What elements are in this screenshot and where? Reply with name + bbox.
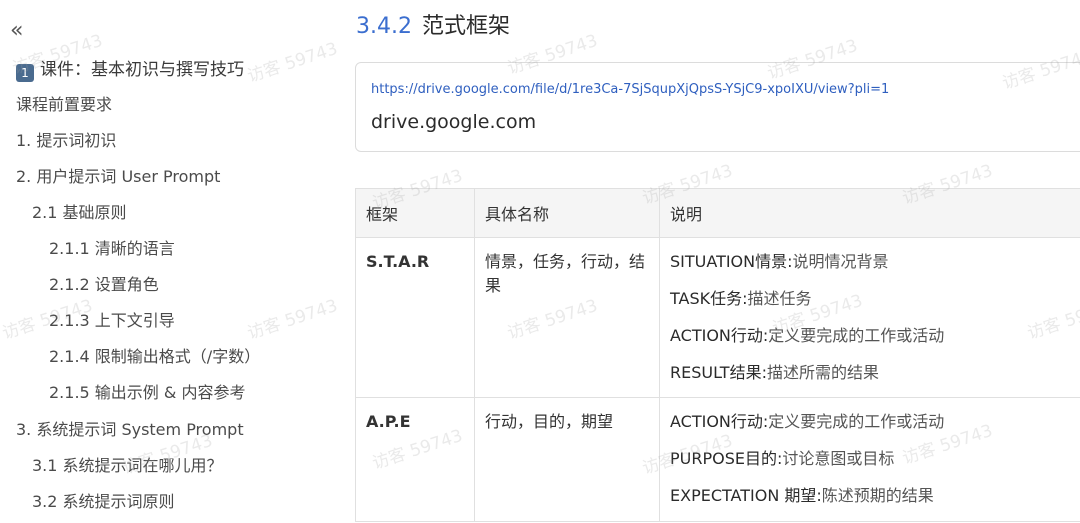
description-line: RESULT结果:描述所需的结果 (670, 363, 879, 382)
link-bookmark-card[interactable]: https://drive.google.com/file/d/1re3Ca-7… (355, 62, 1080, 152)
toc-item-2-1-4[interactable]: 2.1.4 限制输出格式（/字数） (49, 347, 260, 367)
sidebar: « 1 课件：基本初识与撰写技巧 课程前置要求 1. 提示词初识 2. 用户提示词… (0, 0, 340, 523)
section-heading: 3.4.2 范式框架 (356, 12, 510, 42)
name-cell: 行动，目的，期望 (474, 397, 660, 522)
column-header-name: 具体名称 (474, 188, 660, 238)
description-line: TASK任务:描述任务 (670, 289, 812, 308)
toc-item-courseware[interactable]: 1 课件：基本初识与撰写技巧 (16, 60, 244, 82)
description-line: ACTION行动:定义要完成的工作或活动 (670, 326, 945, 345)
main-content: 3.4.2 范式框架 https://drive.google.com/file/… (340, 0, 1080, 523)
column-header-frame: 框架 (355, 188, 475, 238)
toc-item-3[interactable]: 3. 系统提示词 System Prompt (16, 420, 244, 440)
toc-item-2-1-2[interactable]: 2.1.2 设置角色 (49, 275, 159, 295)
description-cell: SITUATION情景:说明情况背景 TASK任务:描述任务 ACTION行动:… (659, 237, 1080, 398)
section-title: 范式框架 (421, 14, 510, 39)
double-chevron-left-icon[interactable]: « (10, 20, 36, 46)
column-header-description: 说明 (659, 188, 1080, 238)
toc-item-2-1-1[interactable]: 2.1.1 清晰的语言 (49, 239, 175, 259)
frame-cell: S.T.A.R (355, 237, 475, 398)
name-cell: 情景，任务，行动，结果 (474, 237, 660, 398)
description-line: PURPOSE目的:讨论意图或目标 (670, 449, 895, 468)
table-row: S.T.A.R 情景，任务，行动，结果 SITUATION情景:说明情况背景 T… (355, 237, 1080, 398)
framework-table: 框架 具体名称 说明 S.T.A.R 情景，任务，行动，结果 SITUATION… (355, 188, 1080, 522)
description-line: ACTION行动:定义要完成的工作或活动 (670, 412, 945, 431)
toc-item-3-2[interactable]: 3.2 系统提示词原则 (32, 492, 175, 512)
toc-item-2-1-3[interactable]: 2.1.3 上下文引导 (49, 311, 175, 331)
toc-item-1[interactable]: 1. 提示词初识 (16, 131, 116, 151)
description-cell: ACTION行动:定义要完成的工作或活动 PURPOSE目的:讨论意图或目标 E… (659, 397, 1080, 522)
toc-item-prerequisites[interactable]: 课程前置要求 (16, 95, 112, 115)
toc-item-2[interactable]: 2. 用户提示词 User Prompt (16, 167, 220, 187)
bookmark-url[interactable]: https://drive.google.com/file/d/1re3Ca-7… (371, 82, 889, 97)
section-number: 3.4.2 (356, 14, 412, 39)
keycap-one-icon: 1 (16, 64, 34, 82)
toc-item-2-1[interactable]: 2.1 基础原则 (32, 203, 127, 223)
toc-item-2-1-5[interactable]: 2.1.5 输出示例 & 内容参考 (49, 383, 245, 403)
table-row: A.P.E 行动，目的，期望 ACTION行动:定义要完成的工作或活动 PURP… (355, 397, 1080, 522)
frame-cell: A.P.E (355, 397, 475, 522)
table-header-row: 框架 具体名称 说明 (355, 188, 1080, 238)
description-line: SITUATION情景:说明情况背景 (670, 252, 889, 271)
bookmark-domain: drive.google.com (371, 111, 537, 133)
toc-item-3-1[interactable]: 3.1 系统提示词在哪儿用？ (32, 456, 223, 476)
description-line: EXPECTATION 期望:陈述预期的结果 (670, 486, 934, 505)
